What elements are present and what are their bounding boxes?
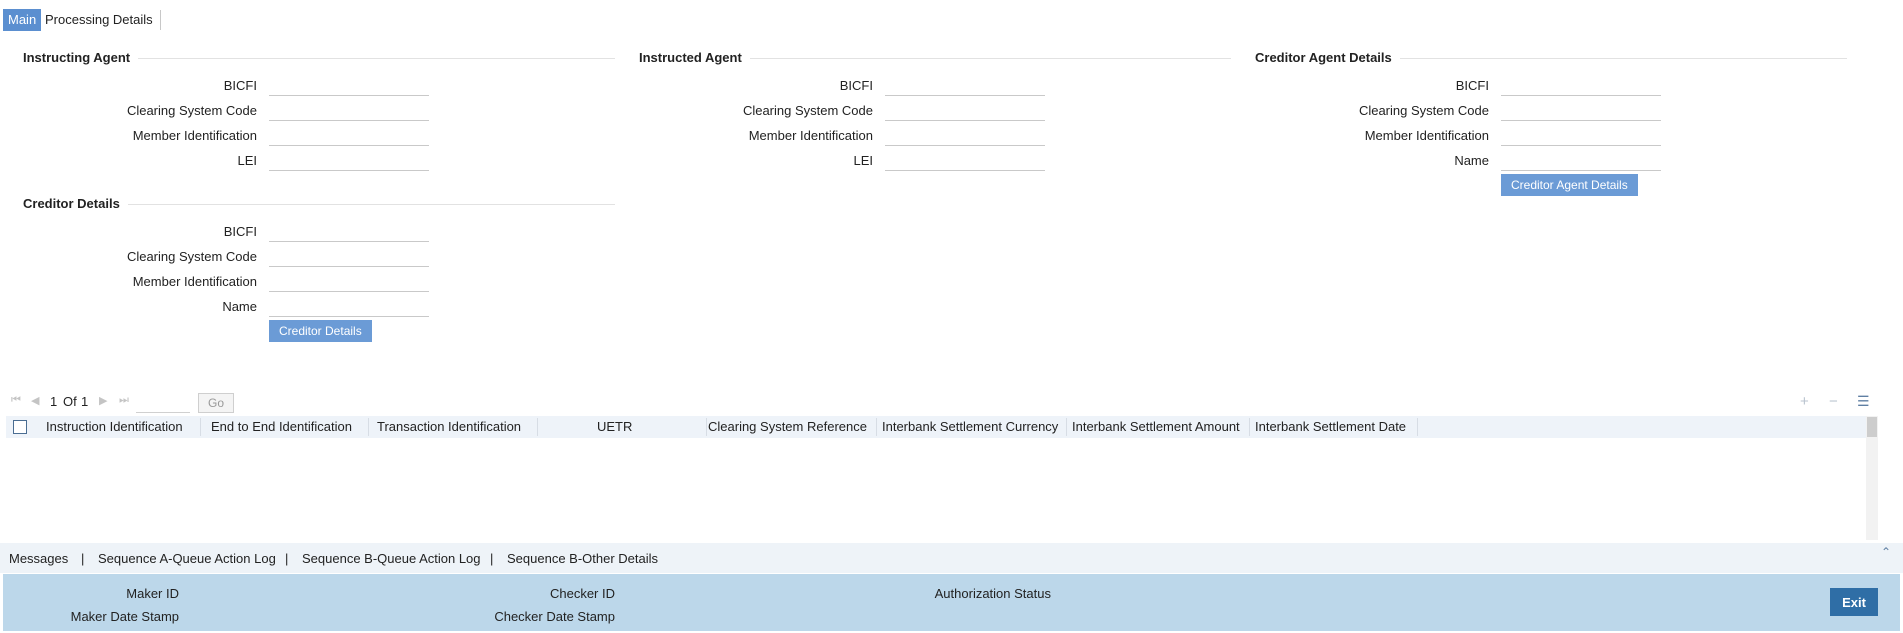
creditor-name-input[interactable] bbox=[269, 295, 429, 317]
column-interbank-settlement-amount[interactable]: Interbank Settlement Amount bbox=[1072, 416, 1240, 438]
instructing-clearing-code-input[interactable] bbox=[269, 99, 429, 121]
pager-of: Of bbox=[63, 394, 77, 409]
creditor-agent-member-id-label: Member Identification bbox=[1364, 128, 1489, 143]
pager-current: 1 bbox=[50, 394, 58, 409]
tab-main[interactable]: Main bbox=[3, 9, 42, 31]
select-all-checkbox[interactable] bbox=[13, 420, 27, 434]
collapse-chevron-icon[interactable]: ⌃ bbox=[1881, 545, 1891, 559]
creditor-agent-clearing-code-input[interactable] bbox=[1501, 99, 1661, 121]
page-input-underline bbox=[136, 412, 190, 413]
column-separator bbox=[1249, 418, 1250, 436]
sequence-b-queue-action-log-link[interactable]: Sequence B-Queue Action Log bbox=[302, 551, 481, 566]
column-instruction-identification[interactable]: Instruction Identification bbox=[46, 416, 183, 438]
link-separator: | bbox=[285, 551, 289, 566]
instructing-bicfi-label: BICFI bbox=[223, 78, 257, 93]
instructed-clearing-code-input[interactable] bbox=[885, 99, 1045, 121]
creditor-agent-title: Creditor Agent Details bbox=[1255, 50, 1400, 65]
grid-toolbar bbox=[6, 392, 1875, 412]
instructed-member-id-input[interactable] bbox=[885, 124, 1045, 146]
maker-date-stamp-label: Maker Date Stamp bbox=[70, 609, 179, 624]
column-separator bbox=[200, 418, 201, 436]
previous-page-icon[interactable]: ◀ bbox=[31, 394, 39, 407]
first-page-icon[interactable]: ⏮ bbox=[11, 394, 21, 407]
creditor-clearing-code-label: Clearing System Code bbox=[126, 249, 257, 264]
go-button[interactable]: Go bbox=[198, 393, 234, 413]
plus-icon[interactable]: + bbox=[1800, 393, 1809, 410]
next-page-icon[interactable]: ▶ bbox=[99, 394, 107, 407]
instructing-bicfi-input[interactable] bbox=[269, 74, 429, 96]
column-list-icon[interactable]: ☰ bbox=[1857, 393, 1870, 410]
link-separator: | bbox=[81, 551, 85, 566]
instructing-agent-title: Instructing Agent bbox=[23, 50, 139, 65]
column-separator bbox=[537, 418, 538, 436]
column-separator bbox=[706, 418, 707, 436]
instructing-lei-label: LEI bbox=[237, 153, 257, 168]
creditor-member-id-input[interactable] bbox=[269, 270, 429, 292]
creditor-agent-bicfi-label: BICFI bbox=[1455, 78, 1489, 93]
creditor-agent-name-input[interactable] bbox=[1501, 149, 1661, 171]
instructed-clearing-code-label: Clearing System Code bbox=[742, 103, 873, 118]
last-page-icon[interactable]: ⏭ bbox=[119, 394, 129, 407]
messages-link[interactable]: Messages bbox=[9, 551, 68, 566]
instructed-lei-label: LEI bbox=[853, 153, 873, 168]
sequence-a-queue-action-log-link[interactable]: Sequence A-Queue Action Log bbox=[98, 551, 276, 566]
creditor-agent-name-label: Name bbox=[1454, 153, 1489, 168]
pager-total: 1 bbox=[81, 394, 89, 409]
creditor-bicfi-label: BICFI bbox=[223, 224, 257, 239]
instructed-bicfi-label: BICFI bbox=[839, 78, 873, 93]
creditor-details-title: Creditor Details bbox=[23, 196, 128, 211]
column-separator bbox=[1066, 418, 1067, 436]
audit-bar bbox=[3, 574, 1900, 631]
instructed-member-id-label: Member Identification bbox=[748, 128, 873, 143]
column-separator bbox=[1417, 418, 1418, 436]
column-uetr[interactable]: UETR bbox=[597, 416, 632, 438]
grid-body bbox=[6, 438, 1866, 540]
creditor-member-id-label: Member Identification bbox=[132, 274, 257, 289]
column-interbank-settlement-date[interactable]: Interbank Settlement Date bbox=[1255, 416, 1406, 438]
column-end-to-end-identification[interactable]: End to End Identification bbox=[211, 416, 352, 438]
grid-header: Instruction Identification End to End Id… bbox=[6, 416, 1866, 438]
sequence-b-other-details-link[interactable]: Sequence B-Other Details bbox=[507, 551, 658, 566]
creditor-bicfi-input[interactable] bbox=[269, 220, 429, 242]
checker-date-stamp-label: Checker Date Stamp bbox=[494, 609, 615, 624]
link-separator: | bbox=[490, 551, 494, 566]
exit-button[interactable]: Exit bbox=[1830, 588, 1878, 616]
creditor-agent-clearing-code-label: Clearing System Code bbox=[1358, 103, 1489, 118]
instructing-member-id-label: Member Identification bbox=[132, 128, 257, 143]
authorization-status-label: Authorization Status bbox=[934, 586, 1051, 601]
maker-id-label: Maker ID bbox=[126, 586, 179, 601]
tab-processing-details[interactable]: Processing Details bbox=[40, 9, 158, 31]
instructing-member-id-input[interactable] bbox=[269, 124, 429, 146]
minus-icon[interactable]: − bbox=[1829, 393, 1838, 410]
tab-divider bbox=[160, 10, 161, 30]
column-interbank-settlement-currency[interactable]: Interbank Settlement Currency bbox=[882, 416, 1058, 438]
column-transaction-identification[interactable]: Transaction Identification bbox=[377, 416, 521, 438]
creditor-agent-member-id-input[interactable] bbox=[1501, 124, 1661, 146]
creditor-details-button[interactable]: Creditor Details bbox=[269, 320, 372, 342]
instructing-lei-input[interactable] bbox=[269, 149, 429, 171]
instructing-clearing-code-label: Clearing System Code bbox=[126, 103, 257, 118]
checker-id-label: Checker ID bbox=[549, 586, 615, 601]
instructed-bicfi-input[interactable] bbox=[885, 74, 1045, 96]
column-separator bbox=[876, 418, 877, 436]
column-clearing-system-reference[interactable]: Clearing System Reference bbox=[708, 416, 867, 438]
creditor-name-label: Name bbox=[222, 299, 257, 314]
creditor-agent-details-button[interactable]: Creditor Agent Details bbox=[1501, 174, 1638, 196]
instructed-agent-title: Instructed Agent bbox=[639, 50, 750, 65]
creditor-clearing-code-input[interactable] bbox=[269, 245, 429, 267]
column-separator bbox=[368, 418, 369, 436]
grid-scrollbar-thumb[interactable] bbox=[1867, 417, 1877, 437]
creditor-agent-bicfi-input[interactable] bbox=[1501, 74, 1661, 96]
instructed-lei-input[interactable] bbox=[885, 149, 1045, 171]
